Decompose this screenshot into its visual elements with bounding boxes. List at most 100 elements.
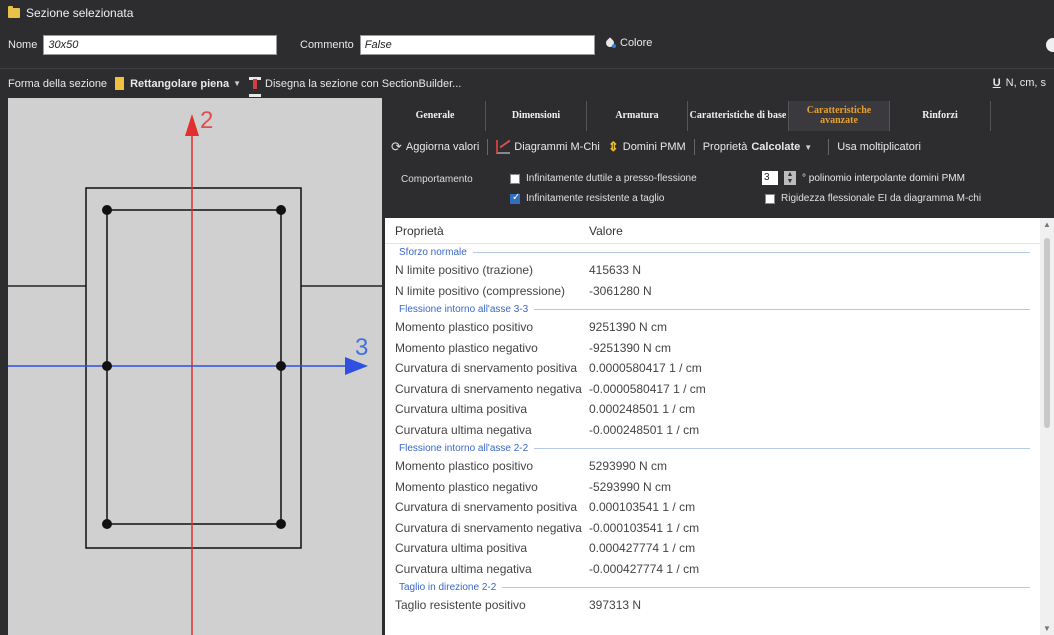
table-row[interactable]: Curvatura di snervamento positiva 0.00010…	[385, 497, 1040, 518]
table-row[interactable]: N limite positivo (compressione) -3061280…	[385, 281, 1040, 302]
color-button[interactable]: Colore	[605, 37, 652, 49]
property-name: N limite positivo (trazione)	[395, 263, 534, 278]
property-name: Curvatura di snervamento negativa	[395, 520, 582, 535]
ductile-checkbox-box[interactable]	[510, 173, 520, 184]
comment-label: Commento	[300, 39, 354, 51]
shear-label: Infinitamente resistente a taglio	[526, 193, 665, 204]
table-row[interactable]: Curvatura di snervamento negativa -0.0001…	[385, 518, 1040, 539]
tab-generale[interactable]: Generale	[385, 101, 486, 131]
tab-dimensioni[interactable]: Dimensioni	[486, 101, 587, 131]
property-value: -9251390 N cm	[589, 340, 672, 355]
grid-rows: Sforzo normale N limite positivo (trazio…	[385, 244, 1040, 616]
property-value: 0.000248501 1 / cm	[589, 402, 696, 417]
table-row[interactable]: Curvatura ultima negativa -0.000427774 1 …	[385, 559, 1040, 580]
domains-button[interactable]: ⇕ Domini PMM	[608, 139, 686, 155]
table-row[interactable]: Curvatura di snervamento positiva 0.00005…	[385, 358, 1040, 379]
section-builder-button[interactable]: Disegna la sezione con SectionBuilder...	[265, 78, 461, 90]
rebar-top-right	[276, 205, 286, 215]
property-grid[interactable]: Proprietà Valore Sforzo normale N limite…	[385, 218, 1054, 635]
group-header: Flessione intorno all'asse 2-2	[385, 440, 1040, 456]
property-name: Momento plastico positivo	[395, 320, 534, 335]
tab-caratteristiche-avanzate[interactable]: Caratteristiche avanzate	[789, 101, 890, 131]
table-row[interactable]: Momento plastico negativo -5293990 N cm	[385, 477, 1040, 498]
stiffness-checkbox-box[interactable]	[765, 193, 775, 204]
poly-degree-spinner[interactable]: 3 ▲ ▼ ° polinomio interpolante domini PMM	[762, 171, 965, 185]
tab-caratteristiche-base[interactable]: Caratteristiche di base	[688, 101, 789, 131]
group-header: Flessione intorno all'asse 3-3	[385, 301, 1040, 317]
toolbar-divider	[828, 139, 830, 155]
multipliers-button[interactable]: Usa moltiplicatori	[837, 141, 921, 153]
shape-toolbar: Forma della sezione Rettangolare piena ▼…	[0, 68, 1054, 98]
vertical-scrollbar[interactable]: ▲ ▼	[1040, 218, 1054, 635]
chevron-down-icon[interactable]: ▼	[1042, 624, 1052, 633]
table-row[interactable]: Curvatura ultima negativa -0.000248501 1 …	[385, 420, 1040, 441]
comment-input[interactable]: False	[359, 35, 595, 55]
group-title: Sforzo normale	[399, 246, 473, 258]
property-name: Curvatura di snervamento positiva	[395, 500, 578, 515]
axis-2-label: 2	[200, 107, 213, 134]
toolbar-divider	[487, 139, 489, 155]
name-label: Nome	[8, 39, 38, 51]
chevron-down-icon[interactable]: ▼	[233, 79, 241, 88]
table-row[interactable]: Momento plastico positivo 5293990 N cm	[385, 456, 1040, 477]
section-outline	[85, 187, 302, 549]
group-title: Taglio in direzione 2-2	[399, 581, 503, 593]
pmm-domain-icon: ⇕	[607, 139, 619, 154]
units-text: N, cm, s	[1005, 77, 1046, 89]
property-value: 9251390 N cm	[589, 320, 668, 335]
tab-armatura[interactable]: Armatura	[587, 101, 688, 131]
property-value: -5293990 N cm	[589, 479, 672, 494]
poly-degree-value[interactable]: 3	[762, 171, 778, 185]
property-name: Momento plastico negativo	[395, 340, 538, 355]
properties-dropdown[interactable]: Proprietà Calcolate ▼	[703, 141, 820, 153]
property-name: Curvatura di snervamento negativa	[395, 381, 582, 396]
property-name: Momento plastico negativo	[395, 479, 538, 494]
group-header: Taglio in direzione 2-2	[385, 579, 1040, 595]
rebar-mid-left	[102, 361, 112, 371]
chevron-up-icon[interactable]: ▲	[1042, 220, 1052, 229]
table-row[interactable]: N limite positivo (trazione) 415633 N	[385, 260, 1040, 281]
folder-icon	[8, 6, 20, 18]
comment-field-row: Commento False	[300, 35, 595, 55]
color-label: Colore	[620, 37, 653, 49]
property-value: -3061280 N	[589, 283, 652, 298]
tab-rinforzi[interactable]: Rinforzi	[890, 101, 991, 131]
options-panel: Comportamento Infinitamente duttile a pr…	[385, 164, 1054, 214]
rebar-bottom-left	[102, 519, 112, 529]
name-input[interactable]: 30x50	[43, 35, 278, 55]
section-drawing-canvas[interactable]: 2 3	[8, 98, 382, 635]
toggle-circle[interactable]	[1046, 38, 1054, 52]
refresh-button[interactable]: ⟳ Aggiorna valori	[391, 139, 479, 155]
poly-degree-label: ° polinomio interpolante domini PMM	[802, 172, 965, 184]
ductile-checkbox[interactable]: Infinitamente duttile a presso-flessione	[510, 173, 697, 184]
table-row[interactable]: Momento plastico negativo -9251390 N cm	[385, 338, 1040, 359]
section-title-text: Sezione selezionata	[26, 6, 134, 20]
rebar-bottom-right	[276, 519, 286, 529]
units-selector[interactable]: U N, cm, s	[993, 77, 1046, 89]
table-row[interactable]: Taglio resistente positivo 397313 N	[385, 595, 1040, 616]
diagrams-label: Diagrammi M-Chi	[514, 141, 600, 153]
ibeam-icon	[249, 76, 262, 97]
shape-dropdown[interactable]: Rettangolare piena	[130, 78, 229, 90]
domains-label: Domini PMM	[622, 141, 686, 153]
behavior-label: Comportamento	[401, 174, 473, 185]
table-row[interactable]: Momento plastico positivo 9251390 N cm	[385, 317, 1040, 338]
table-row[interactable]: Curvatura di snervamento negativa -0.0000…	[385, 379, 1040, 400]
property-name: Momento plastico positivo	[395, 459, 534, 474]
stiffness-checkbox[interactable]: Rigidezza flessionale EI da diagramma M-…	[765, 193, 981, 204]
property-value: 0.000427774 1 / cm	[589, 541, 696, 556]
scrollbar-thumb[interactable]	[1044, 238, 1050, 428]
property-name: N limite positivo (compressione)	[395, 283, 566, 298]
diagrams-button[interactable]: Diagrammi M-Chi	[496, 140, 600, 154]
spinner-arrows-icon[interactable]: ▲ ▼	[784, 171, 796, 185]
table-row[interactable]: Curvatura ultima positiva 0.000427774 1 /…	[385, 538, 1040, 559]
table-row[interactable]: Curvatura ultima positiva 0.000248501 1 /…	[385, 399, 1040, 420]
grid-header: Proprietà Valore	[385, 218, 1054, 244]
property-name: Curvatura ultima positiva	[395, 541, 528, 556]
units-icon: U	[992, 77, 1001, 89]
chart-icon	[496, 140, 511, 154]
property-value: 5293990 N cm	[589, 459, 668, 474]
shear-checkbox-box[interactable]	[510, 192, 520, 204]
properties-label: Proprietà	[702, 141, 748, 153]
shear-checkbox[interactable]: Infinitamente resistente a taglio	[510, 192, 665, 204]
